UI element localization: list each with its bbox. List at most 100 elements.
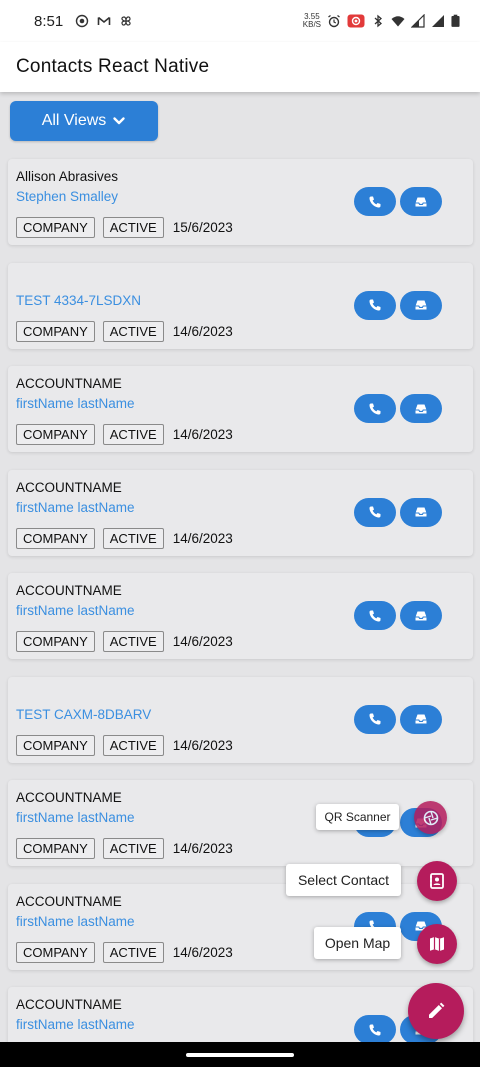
phone-icon [369, 713, 381, 725]
all-views-dropdown[interactable]: All Views [10, 101, 158, 141]
inbox-icon [415, 300, 427, 310]
created-date: 14/6/2023 [172, 634, 233, 649]
app-bar: Contacts React Native [0, 42, 480, 92]
call-button[interactable] [354, 394, 396, 423]
type-badge: COMPANY [16, 527, 95, 549]
select-contact-button[interactable] [417, 861, 457, 901]
contact-card[interactable]: ACCOUNTNAME firstName lastName COMPANY A… [8, 883, 473, 970]
status-bar: 8:51 3.55 KB/S [0, 0, 480, 42]
email-button[interactable] [400, 187, 442, 216]
card-tags: COMPANY ACTIVE 14/6/2023 [16, 320, 233, 342]
status-badge: ACTIVE [102, 527, 164, 549]
pencil-icon [429, 1002, 445, 1018]
card-tags: COMPANY ACTIVE 14/6/2023 [16, 734, 233, 756]
contact-name-link[interactable]: TEST CAXM-8DBARV [16, 707, 151, 722]
contact-name-link[interactable]: firstName lastName [16, 500, 135, 515]
status-badge: ACTIVE [102, 734, 164, 756]
card-tags: COMPANY ACTIVE 14/6/2023 [16, 838, 233, 859]
call-button[interactable] [354, 601, 396, 630]
chevron-down-icon [113, 117, 126, 125]
contact-name-link[interactable]: firstName lastName [16, 810, 135, 825]
phone-icon [369, 1024, 381, 1035]
created-date: 15/6/2023 [172, 220, 233, 235]
system-icons: 3.55 KB/S [303, 13, 460, 29]
contact-card[interactable]: ACCOUNTNAME firstName lastName COMPANY A… [8, 366, 473, 452]
status-badge: ACTIVE [102, 838, 164, 859]
wifi-icon [391, 16, 405, 27]
contact-card[interactable]: ACCOUNTNAME firstName lastName COMPANY A… [8, 780, 473, 866]
card-tags: COMPANY ACTIVE 14/6/2023 [16, 424, 233, 445]
created-date: 14/6/2023 [172, 944, 233, 960]
system-nav-bar [0, 1042, 480, 1067]
contact-book-icon [430, 873, 444, 889]
created-date: 14/6/2023 [172, 841, 233, 856]
status-badge: ACTIVE [102, 424, 164, 445]
account-name: ACCOUNTNAME [16, 479, 122, 495]
contact-card[interactable]: Allison Abrasives Stephen Smalley COMPAN… [8, 159, 473, 245]
email-button[interactable] [400, 497, 442, 527]
contacts-list[interactable]: All Views Allison Abrasives Stephen Smal… [0, 92, 480, 1042]
notification-icons [75, 14, 133, 28]
contact-card[interactable]: TEST CAXM-8DBARV COMPANY ACTIVE 14/6/202… [8, 676, 473, 763]
email-button[interactable] [400, 704, 442, 734]
contact-name-link[interactable]: firstName lastName [16, 1017, 135, 1032]
contact-card[interactable]: ACCOUNTNAME firstName lastName COMPANY A… [8, 469, 473, 556]
edit-fab-button[interactable] [408, 983, 464, 1039]
phone-icon [369, 610, 381, 621]
cast-record-icon [347, 14, 365, 28]
account-name: Allison Abrasives [16, 169, 119, 184]
contact-name-link[interactable]: Stephen Smalley [16, 189, 118, 204]
account-name: ACCOUNTNAME [16, 893, 122, 909]
created-date: 14/6/2023 [172, 427, 233, 442]
signal-icon [411, 14, 425, 28]
contact-name-link[interactable]: TEST 4334-7LSDXN [16, 293, 141, 308]
status-time: 8:51 [34, 12, 64, 30]
home-gesture-handle[interactable] [186, 1052, 294, 1057]
pinwheel-icon [121, 16, 131, 26]
open-map-button[interactable] [417, 924, 457, 964]
inbox-icon [415, 404, 427, 413]
contact-name-link[interactable]: firstName lastName [16, 914, 135, 929]
email-button[interactable] [400, 290, 442, 320]
camera-aperture-icon [423, 810, 438, 825]
call-button[interactable] [354, 497, 396, 527]
card-tags: COMPANY ACTIVE 14/6/2023 [16, 631, 233, 652]
type-badge: COMPANY [16, 838, 95, 859]
call-button[interactable] [354, 187, 396, 216]
contact-card[interactable]: ACCOUNTNAME firstName lastName [8, 987, 473, 1042]
inbox-icon [415, 197, 427, 206]
call-button[interactable] [354, 1015, 396, 1042]
call-button[interactable] [354, 290, 396, 320]
call-button[interactable] [354, 704, 396, 734]
qr-scanner-button[interactable] [414, 801, 447, 834]
battery-icon [451, 14, 460, 27]
type-badge: COMPANY [16, 631, 95, 652]
views-button-label: All Views [41, 112, 107, 129]
record-icon [76, 14, 89, 28]
contact-card[interactable]: ACCOUNTNAME firstName lastName COMPANY A… [8, 573, 473, 659]
status-badge: ACTIVE [102, 217, 164, 238]
status-badge: ACTIVE [102, 941, 164, 963]
status-badge: ACTIVE [102, 631, 164, 652]
card-tags: COMPANY ACTIVE 15/6/2023 [16, 217, 233, 238]
status-badge: ACTIVE [102, 320, 164, 342]
map-icon [430, 937, 444, 951]
email-button[interactable] [400, 394, 442, 423]
qr-scanner-label[interactable]: QR Scanner [316, 804, 399, 830]
contact-name-link[interactable]: firstName lastName [16, 603, 135, 618]
inbox-icon [415, 611, 427, 620]
contact-name-link[interactable]: firstName lastName [16, 396, 135, 411]
inbox-icon [415, 507, 427, 517]
phone-icon [369, 196, 381, 207]
network-speed: 3.55 KB/S [303, 13, 321, 29]
bluetooth-icon [374, 14, 382, 28]
select-contact-label[interactable]: Select Contact [286, 864, 401, 896]
gmail-icon [97, 16, 111, 25]
page-title: Contacts React Native [16, 56, 210, 77]
inbox-icon [415, 714, 427, 724]
contact-card[interactable]: TEST 4334-7LSDXN COMPANY ACTIVE 14/6/202… [8, 262, 473, 349]
open-map-label[interactable]: Open Map [314, 927, 401, 959]
type-badge: COMPANY [16, 320, 95, 342]
email-button[interactable] [400, 601, 442, 630]
phone-icon [369, 403, 381, 414]
